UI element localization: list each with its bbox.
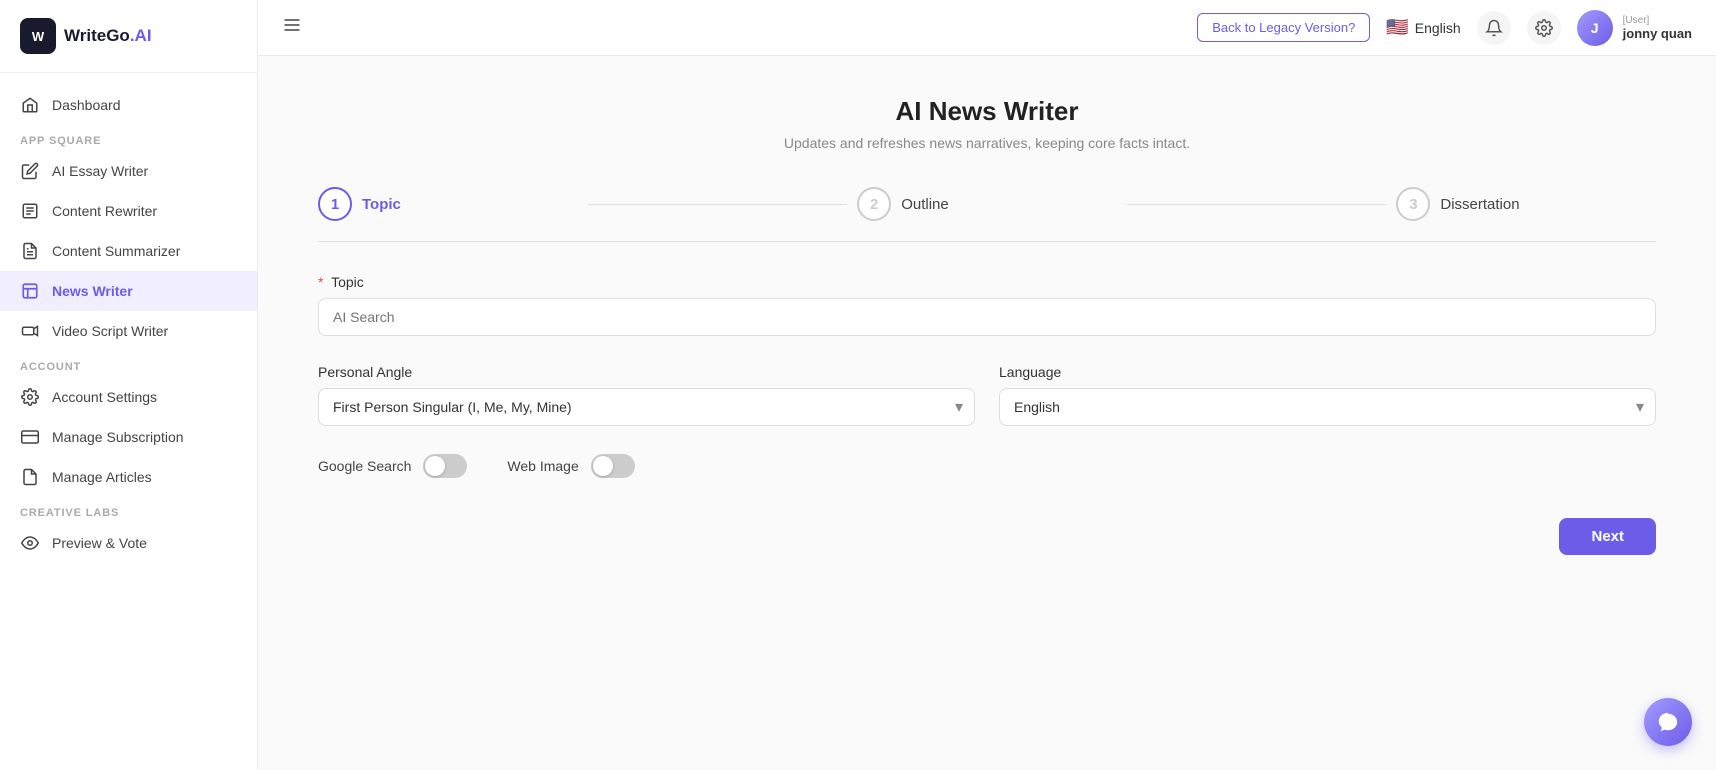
pencil-icon (20, 161, 40, 181)
personal-angle-label: Personal Angle (318, 364, 975, 380)
sidebar-item-video-script-writer[interactable]: Video Script Writer (0, 311, 257, 351)
step-3-label: Dissertation (1440, 196, 1519, 213)
sidebar: W WriteGo.AI Dashboard APP SQUARE AI Ess… (0, 0, 258, 770)
flag-icon: 🇺🇸 (1386, 17, 1408, 38)
logo-suffix: .AI (130, 26, 152, 45)
chat-bubble[interactable] (1644, 698, 1692, 746)
required-marker: * (318, 274, 323, 290)
google-search-label: Google Search (318, 458, 411, 474)
credit-card-icon (20, 427, 40, 447)
sidebar-item-preview-vote[interactable]: Preview & Vote (0, 523, 257, 563)
section-label-app-square: APP SQUARE (0, 125, 257, 151)
google-search-toggle-knob (425, 456, 445, 476)
sidebar-item-ai-essay-writer-label: AI Essay Writer (52, 163, 148, 179)
eye-icon (20, 533, 40, 553)
step-2: 2 Outline (857, 187, 1117, 221)
language-field-label: Language (999, 364, 1656, 380)
google-search-toggle-item: Google Search (318, 454, 467, 478)
language-selector[interactable]: 🇺🇸 English (1386, 17, 1460, 38)
step-1-circle: 1 (318, 187, 352, 221)
section-label-account: ACCOUNT (0, 351, 257, 377)
sidebar-item-account-settings-label: Account Settings (52, 389, 157, 405)
news-icon (20, 281, 40, 301)
document-icon (20, 201, 40, 221)
web-image-toggle-item: Web Image (507, 454, 634, 478)
user-profile[interactable]: J [User] jonny quan (1577, 10, 1692, 46)
toggles-row: Google Search Web Image (318, 454, 1656, 478)
language-label: English (1415, 20, 1461, 36)
user-name: jonny quan (1623, 26, 1692, 41)
step-line-1 (588, 204, 848, 205)
user-info: [User] jonny quan (1623, 15, 1692, 41)
angle-language-row: Personal Angle First Person Singular (I,… (318, 364, 1656, 426)
avatar: J (1577, 10, 1613, 46)
video-icon (20, 321, 40, 341)
language-col: Language English Spanish French German C… (999, 364, 1656, 426)
sidebar-item-content-rewriter-label: Content Rewriter (52, 203, 157, 219)
sidebar-item-news-writer-label: News Writer (52, 283, 133, 299)
step-3: 3 Dissertation (1396, 187, 1656, 221)
sidebar-item-video-script-writer-label: Video Script Writer (52, 323, 168, 339)
next-button[interactable]: Next (1559, 518, 1656, 555)
sidebar-item-content-summarizer[interactable]: Content Summarizer (0, 231, 257, 271)
gear-icon (20, 387, 40, 407)
logo-icon: W (20, 18, 56, 54)
sidebar-item-dashboard[interactable]: Dashboard (0, 85, 257, 125)
topic-form-group: * Topic (318, 274, 1656, 336)
page-title: AI News Writer (318, 96, 1656, 127)
main-area: Back to Legacy Version? 🇺🇸 English J [Us… (258, 0, 1716, 770)
sidebar-nav: Dashboard APP SQUARE AI Essay Writer Con… (0, 73, 257, 770)
sidebar-item-account-settings[interactable]: Account Settings (0, 377, 257, 417)
topic-label: * Topic (318, 274, 1656, 290)
articles-icon (20, 467, 40, 487)
section-label-creative-labs: CREATIVE LABS (0, 497, 257, 523)
sidebar-item-manage-articles[interactable]: Manage Articles (0, 457, 257, 497)
topic-input[interactable] (318, 298, 1656, 336)
header: Back to Legacy Version? 🇺🇸 English J [Us… (258, 0, 1716, 56)
sidebar-item-ai-essay-writer[interactable]: AI Essay Writer (0, 151, 257, 191)
google-search-toggle[interactable] (423, 454, 467, 478)
language-wrapper: English Spanish French German Chinese ▾ (999, 388, 1656, 426)
settings-button[interactable] (1527, 11, 1561, 45)
logo-text: WriteGo.AI (64, 26, 152, 46)
web-image-label: Web Image (507, 458, 578, 474)
step-1: 1 Topic (318, 187, 578, 221)
personal-angle-wrapper: First Person Singular (I, Me, My, Mine) … (318, 388, 975, 426)
sidebar-item-dashboard-label: Dashboard (52, 97, 121, 113)
step-2-circle: 2 (857, 187, 891, 221)
sidebar-item-manage-subscription-label: Manage Subscription (52, 429, 184, 445)
sidebar-item-news-writer[interactable]: News Writer (0, 271, 257, 311)
web-image-toggle-knob (593, 456, 613, 476)
home-icon (20, 95, 40, 115)
personal-angle-col: Personal Angle First Person Singular (I,… (318, 364, 975, 426)
summary-icon (20, 241, 40, 261)
user-role-label: [User] (1623, 15, 1692, 26)
web-image-toggle[interactable] (591, 454, 635, 478)
sidebar-logo: W WriteGo.AI (0, 0, 257, 73)
sidebar-item-content-rewriter[interactable]: Content Rewriter (0, 191, 257, 231)
steps-indicator: 1 Topic 2 Outline 3 Dissertation (318, 187, 1656, 242)
sidebar-item-manage-subscription[interactable]: Manage Subscription (0, 417, 257, 457)
page-subtitle: Updates and refreshes news narratives, k… (318, 135, 1656, 151)
step-line-2 (1127, 204, 1387, 205)
notifications-button[interactable] (1477, 11, 1511, 45)
step-2-label: Outline (901, 196, 949, 213)
sidebar-item-content-summarizer-label: Content Summarizer (52, 243, 180, 259)
menu-icon[interactable] (282, 15, 302, 40)
next-button-container: Next (318, 510, 1656, 555)
sidebar-item-preview-vote-label: Preview & Vote (52, 535, 147, 551)
personal-angle-select[interactable]: First Person Singular (I, Me, My, Mine) … (318, 388, 975, 426)
sidebar-item-manage-articles-label: Manage Articles (52, 469, 152, 485)
step-3-circle: 3 (1396, 187, 1430, 221)
back-legacy-button[interactable]: Back to Legacy Version? (1197, 13, 1370, 42)
language-select[interactable]: English Spanish French German Chinese (999, 388, 1656, 426)
step-1-label: Topic (362, 196, 401, 213)
content-area: AI News Writer Updates and refreshes new… (258, 56, 1716, 770)
